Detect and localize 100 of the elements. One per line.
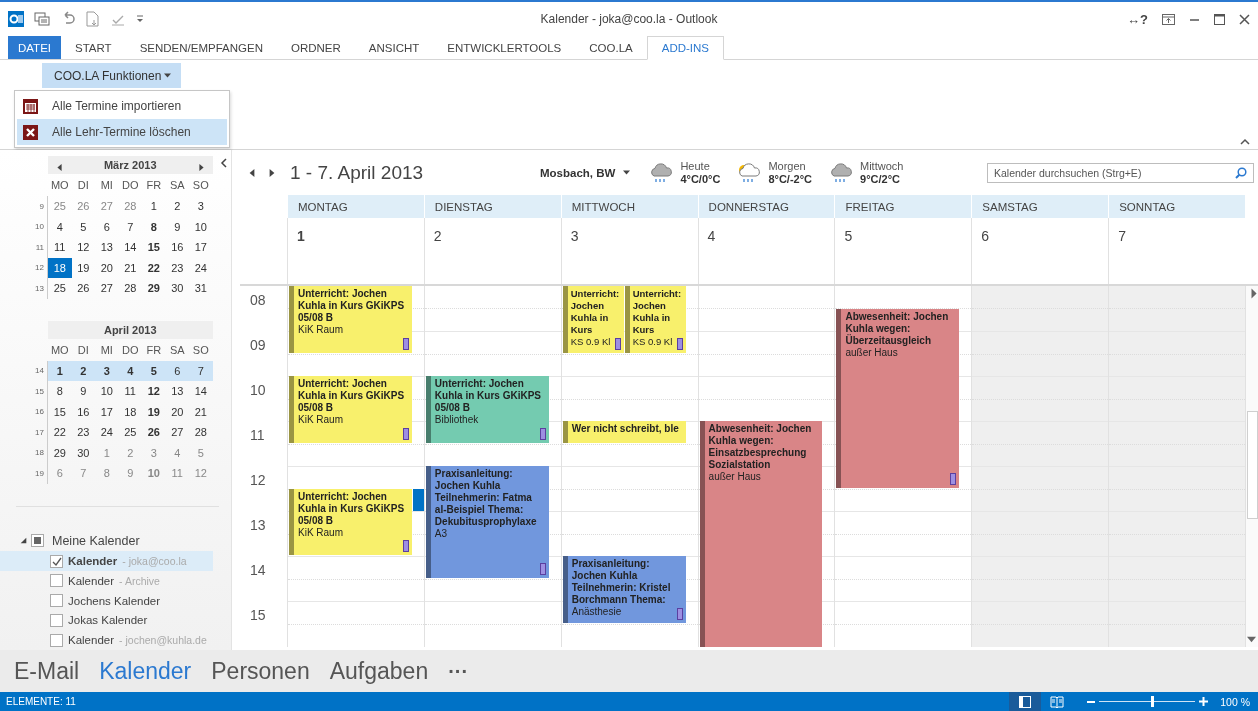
outlook-logo-icon[interactable] bbox=[8, 11, 24, 27]
date-cell[interactable]: 12 bbox=[71, 237, 95, 258]
calendar-item[interactable]: Kalender - jochen@kuhla.de bbox=[0, 630, 213, 650]
date-cell[interactable]: 8 bbox=[48, 381, 72, 402]
checkbox[interactable] bbox=[50, 594, 63, 608]
checkbox[interactable] bbox=[50, 574, 63, 588]
location-dropdown[interactable]: Mosbach, BW bbox=[540, 166, 631, 179]
day-column[interactable]: Abwesenheit: Jochen Kuhla wegen: Überzeitausgleich außer Haus bbox=[834, 286, 972, 647]
date-cell[interactable]: 6 bbox=[48, 463, 72, 484]
next-week-icon[interactable] bbox=[268, 168, 276, 177]
week-highlight[interactable]: 1 2 3 4 5 6 7 bbox=[48, 360, 213, 381]
nav-item[interactable]: Kalender bbox=[99, 657, 192, 685]
date-cell[interactable]: 27 bbox=[95, 278, 119, 299]
calendar-item[interactable]: Jochens Kalender bbox=[0, 590, 213, 611]
date-cell[interactable]: 17 bbox=[189, 237, 213, 258]
event-marker[interactable] bbox=[412, 488, 424, 511]
zoom-in-icon[interactable] bbox=[1199, 697, 1209, 706]
date-cell[interactable]: 28 bbox=[189, 422, 213, 443]
date-cell[interactable]: 21 bbox=[118, 257, 142, 278]
date-cell[interactable]: 18 bbox=[48, 257, 72, 278]
collapse-pane-icon[interactable] bbox=[220, 158, 227, 168]
checkbox[interactable] bbox=[50, 633, 63, 647]
date-cell[interactable]: 16 bbox=[165, 237, 189, 258]
ribbon-tab[interactable]: START bbox=[61, 36, 126, 59]
date-cell[interactable]: 18 bbox=[118, 401, 142, 422]
appointment[interactable]: Wer nicht schreibt, ble bbox=[562, 421, 686, 443]
date-cell[interactable]: 10 bbox=[189, 216, 213, 237]
checkbox[interactable] bbox=[50, 554, 63, 568]
date-cell[interactable]: 30 bbox=[165, 278, 189, 299]
date-cell[interactable]: 22 bbox=[142, 257, 166, 278]
day-column[interactable]: Unterricht: Jochen Kuhla in Kurs GKiKPS 05/08 B KiK Raum Unterricht: Jochen Kuhla in Kurs GKiKPS 05/08 B KiK Raum Unterricht: Jochen Kuhla in Kurs GKiKPS 05/08 B KiK Raum bbox=[287, 286, 424, 647]
date-cell[interactable]: 11 bbox=[118, 381, 142, 402]
date-cell[interactable]: 25 bbox=[118, 422, 142, 443]
scroll-down-icon[interactable] bbox=[1247, 635, 1256, 644]
date-cell[interactable]: 16 bbox=[71, 401, 95, 422]
date-cell[interactable]: 6 bbox=[165, 360, 189, 381]
ribbon-tab[interactable]: COO.LA bbox=[575, 36, 647, 59]
date-cell[interactable]: 20 bbox=[165, 401, 189, 422]
appointment[interactable]: Praxisanleitung: Jochen Kuhla Teilnehmerin: Kristel Borchmann Thema: Anästhesie bbox=[562, 556, 686, 623]
appointment[interactable]: Unterricht: Jochen Kuhla in Kurs KS 0.9 Kl bbox=[562, 286, 624, 353]
date-cell[interactable]: 9 bbox=[71, 381, 95, 402]
calendar-item[interactable]: Kalender - Archive bbox=[0, 570, 213, 591]
date-cell[interactable]: 28 bbox=[118, 196, 142, 217]
date-cell[interactable]: 3 bbox=[189, 196, 213, 217]
ribbon-tab[interactable]: ANSICHT bbox=[354, 36, 434, 59]
date-cell[interactable]: 29 bbox=[48, 442, 72, 463]
group-checkbox[interactable] bbox=[31, 534, 44, 548]
date-cell[interactable]: 5 bbox=[71, 216, 95, 237]
date-cell[interactable]: 30 bbox=[71, 442, 95, 463]
close-icon[interactable] bbox=[1239, 13, 1250, 25]
date-cell[interactable]: 12 bbox=[189, 463, 213, 484]
date-cell[interactable]: 4 bbox=[48, 216, 72, 237]
nav-item[interactable]: Personen bbox=[211, 657, 310, 685]
date-cell[interactable]: 9 bbox=[165, 216, 189, 237]
date-cell[interactable]: 10 bbox=[95, 381, 119, 402]
date-cell[interactable]: 7 bbox=[71, 463, 95, 484]
date-cell[interactable]: 3 bbox=[95, 360, 119, 381]
ribbon-tab[interactable]: SENDEN/EMPFANGEN bbox=[125, 36, 277, 59]
ribbon-display-icon[interactable] bbox=[1162, 13, 1175, 25]
send-receive-icon[interactable] bbox=[34, 11, 50, 27]
menu-item[interactable]: Alle Termine importieren bbox=[17, 93, 227, 119]
functions-menu-button[interactable]: COO.LA Funktionen bbox=[42, 63, 182, 88]
appointment[interactable]: Unterricht: Jochen Kuhla in Kurs GKiKPS 05/08 B Bibliothek bbox=[425, 376, 549, 443]
appointment[interactable]: Unterricht: Jochen Kuhla in Kurs KS 0.9 Kl bbox=[624, 286, 686, 353]
ribbon-tab[interactable]: ENTWICKLERTOOLS bbox=[433, 36, 576, 59]
date-cell[interactable]: 1 bbox=[142, 196, 166, 217]
date-cell[interactable]: 7 bbox=[118, 216, 142, 237]
date-cell[interactable]: 15 bbox=[48, 401, 72, 422]
date-cell[interactable]: 11 bbox=[48, 237, 72, 258]
date-cell[interactable]: 5 bbox=[189, 442, 213, 463]
date-cell[interactable]: 22 bbox=[48, 422, 72, 443]
caret-icon[interactable] bbox=[623, 169, 631, 176]
appointment[interactable]: Unterricht: Jochen Kuhla in Kurs GKiKPS 05/08 B KiK Raum bbox=[289, 488, 412, 555]
scroll-thumb[interactable] bbox=[1247, 411, 1258, 519]
date-cell[interactable]: 24 bbox=[95, 422, 119, 443]
appointment[interactable]: Unterricht: Jochen Kuhla in Kurs GKiKPS 05/08 B KiK Raum bbox=[289, 286, 412, 353]
date-cell[interactable]: 1 bbox=[48, 360, 72, 381]
date-cell[interactable]: 26 bbox=[71, 278, 95, 299]
date-cell[interactable]: 28 bbox=[118, 278, 142, 299]
date-cell[interactable]: 27 bbox=[95, 196, 119, 217]
appointment[interactable]: Praxisanleitung: Jochen Kuhla Teilnehmerin: Fatma al-Beispiel Thema: Dekubitusprophylaxe A3 bbox=[425, 466, 549, 578]
date-cell[interactable]: 31 bbox=[189, 278, 213, 299]
date-cell[interactable]: 11 bbox=[165, 463, 189, 484]
date-cell[interactable]: 14 bbox=[189, 381, 213, 402]
ribbon-tab[interactable]: ORDNER bbox=[277, 36, 355, 59]
date-cell[interactable]: 6 bbox=[95, 216, 119, 237]
ribbon-tab[interactable]: ADD-INS bbox=[646, 36, 725, 60]
date-cell[interactable]: 4 bbox=[118, 360, 142, 381]
date-cell[interactable]: 7 bbox=[189, 360, 213, 381]
date-cell[interactable]: 19 bbox=[142, 401, 166, 422]
previous-month-icon[interactable] bbox=[56, 164, 63, 171]
date-cell[interactable]: 9 bbox=[118, 463, 142, 484]
date-cell[interactable]: 27 bbox=[165, 422, 189, 443]
file-tab[interactable]: DATEI bbox=[8, 36, 61, 59]
date-cell[interactable]: 23 bbox=[71, 422, 95, 443]
date-cell[interactable]: 25 bbox=[48, 278, 72, 299]
expand-icon[interactable] bbox=[20, 537, 27, 545]
nav-item[interactable]: Aufgaben bbox=[329, 657, 429, 685]
document-icon[interactable] bbox=[86, 11, 100, 27]
date-cell[interactable]: 23 bbox=[165, 257, 189, 278]
